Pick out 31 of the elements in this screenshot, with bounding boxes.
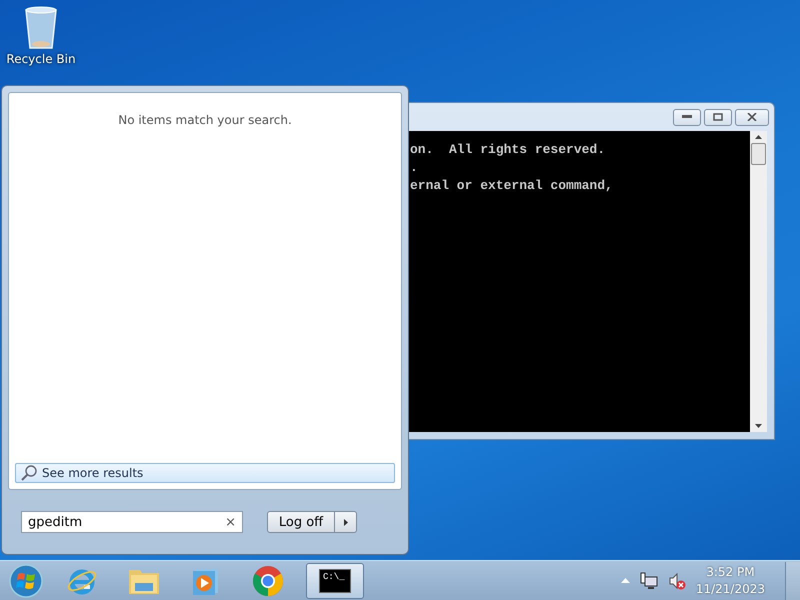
maximize-button[interactable] [704,108,732,126]
console-line: on. All rights reserved. [410,141,606,159]
scroll-thumb[interactable] [751,143,766,165]
restore-icon [713,113,723,121]
caret-icon [344,518,348,526]
speaker-muted-icon[interactable] [668,572,686,590]
log-off-button[interactable]: Log off [267,511,335,533]
console-line: ernal or external command, [410,177,614,195]
shutdown-options-button[interactable] [335,511,357,533]
desktop-icon-label[interactable]: Recycle Bin [6,52,76,66]
taskbar-button[interactable]: C:\_ [306,562,364,598]
no-results-message: No items match your search. [118,113,292,127]
scroll-down-icon[interactable] [755,424,762,428]
console-line: . [410,159,419,177]
search-icon [20,464,38,482]
scroll-bar[interactable] [750,131,767,432]
recycle-bin-icon[interactable] [23,6,59,50]
search-field[interactable]: gpeditm × [21,511,243,533]
see-more-results-link[interactable]: See more results [15,463,395,483]
command-prompt-icon: C:\_ [319,568,351,592]
minimize-icon [682,115,692,119]
scroll-up-icon[interactable] [755,135,762,139]
clear-search-button[interactable]: × [225,514,236,530]
clock-date: 11/21/2023 [696,580,765,598]
close-button[interactable] [735,108,769,126]
clock-time: 3:52 PM [706,564,755,580]
start-button[interactable] [8,562,44,598]
network-icon[interactable] [640,572,658,590]
chrome-icon [252,564,284,596]
minimize-button[interactable] [673,108,701,126]
close-icon [747,113,757,121]
